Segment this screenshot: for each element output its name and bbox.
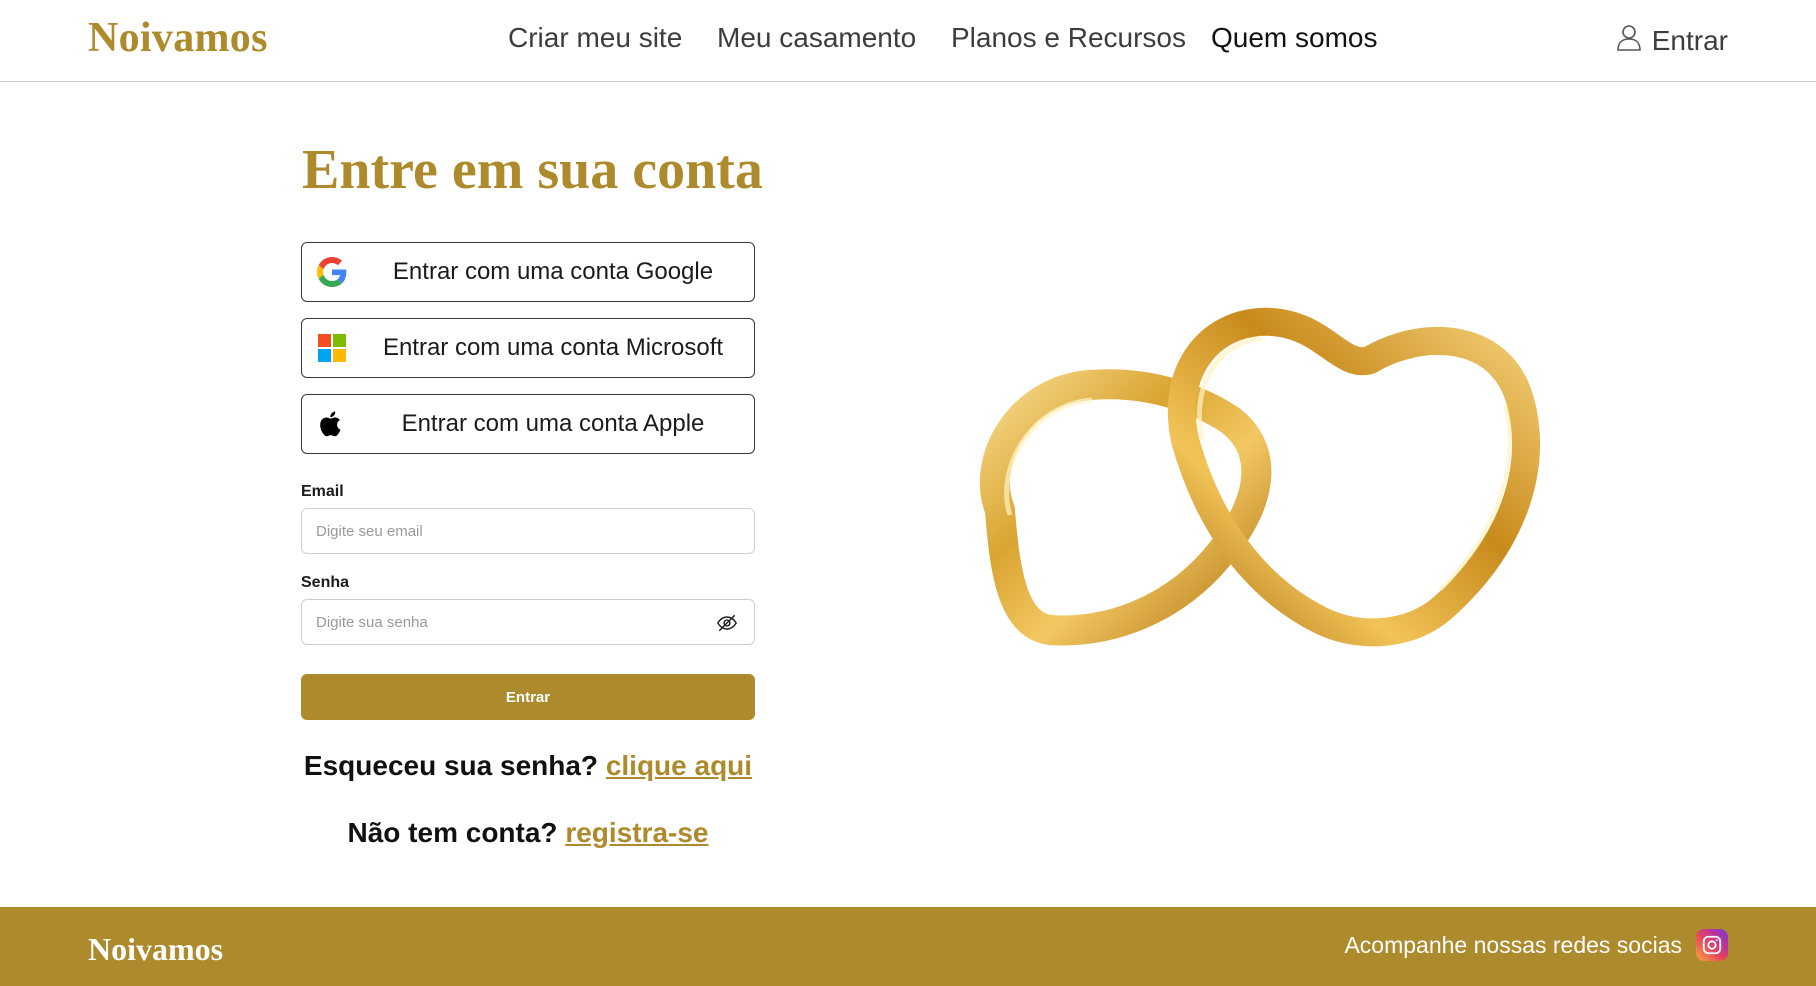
nav-item-meu-casamento[interactable]: Meu casamento <box>717 22 916 54</box>
apple-icon <box>317 409 347 439</box>
email-field-wrapper <box>301 508 755 554</box>
microsoft-login-button[interactable]: Entrar com uma conta Microsoft <box>301 318 755 378</box>
header-login-label: Entrar <box>1651 24 1728 56</box>
password-label: Senha <box>301 574 350 591</box>
password-field[interactable] <box>316 600 696 644</box>
main-nav: Criar meu site Meu casamento Planos e Re… <box>0 0 1816 82</box>
microsoft-login-label: Entrar com uma conta Microsoft <box>382 334 724 361</box>
forgot-password-row: Esqueceu sua senha? clique aqui <box>260 750 796 782</box>
wedding-rings-image <box>940 300 1560 670</box>
google-login-label: Entrar com uma conta Google <box>392 258 714 285</box>
microsoft-icon <box>317 333 347 363</box>
page-title: Entre em sua conta <box>302 139 763 201</box>
register-text: Não tem conta? <box>347 817 558 848</box>
email-label: Email <box>301 483 344 500</box>
password-field-wrapper <box>301 599 755 645</box>
footer-social-text: Acompanhe nossas redes socias <box>1344 931 1682 958</box>
nav-item-planos-recursos[interactable]: Planos e Recursos <box>951 22 1186 54</box>
forgot-password-text: Esqueceu sua senha? <box>303 750 599 781</box>
top-navbar: Noivamos Criar meu site Meu casamento Pl… <box>0 0 1816 82</box>
nav-item-quem-somos[interactable]: Quem somos <box>1211 22 1378 54</box>
footer: Noivamos Acompanhe nossas redes socias <box>0 907 1816 986</box>
footer-social: Acompanhe nossas redes socias <box>1344 929 1728 961</box>
instagram-icon[interactable] <box>1696 929 1728 961</box>
footer-logo[interactable]: Noivamos <box>88 931 223 968</box>
header-login-link[interactable]: Entrar <box>1614 22 1728 59</box>
register-row: Não tem conta? registra-se <box>260 817 796 849</box>
forgot-password-link[interactable]: clique aqui <box>606 750 752 781</box>
eye-off-icon[interactable] <box>716 612 738 634</box>
email-field[interactable] <box>316 509 696 553</box>
submit-login-button[interactable]: Entrar <box>301 674 755 720</box>
google-login-button[interactable]: Entrar com uma conta Google <box>301 242 755 302</box>
register-link[interactable]: registra-se <box>565 817 708 848</box>
nav-item-criar-site[interactable]: Criar meu site <box>508 22 682 54</box>
apple-login-button[interactable]: Entrar com uma conta Apple <box>301 394 755 454</box>
google-icon <box>317 257 347 287</box>
apple-login-label: Entrar com uma conta Apple <box>401 410 705 437</box>
user-icon <box>1614 22 1644 59</box>
